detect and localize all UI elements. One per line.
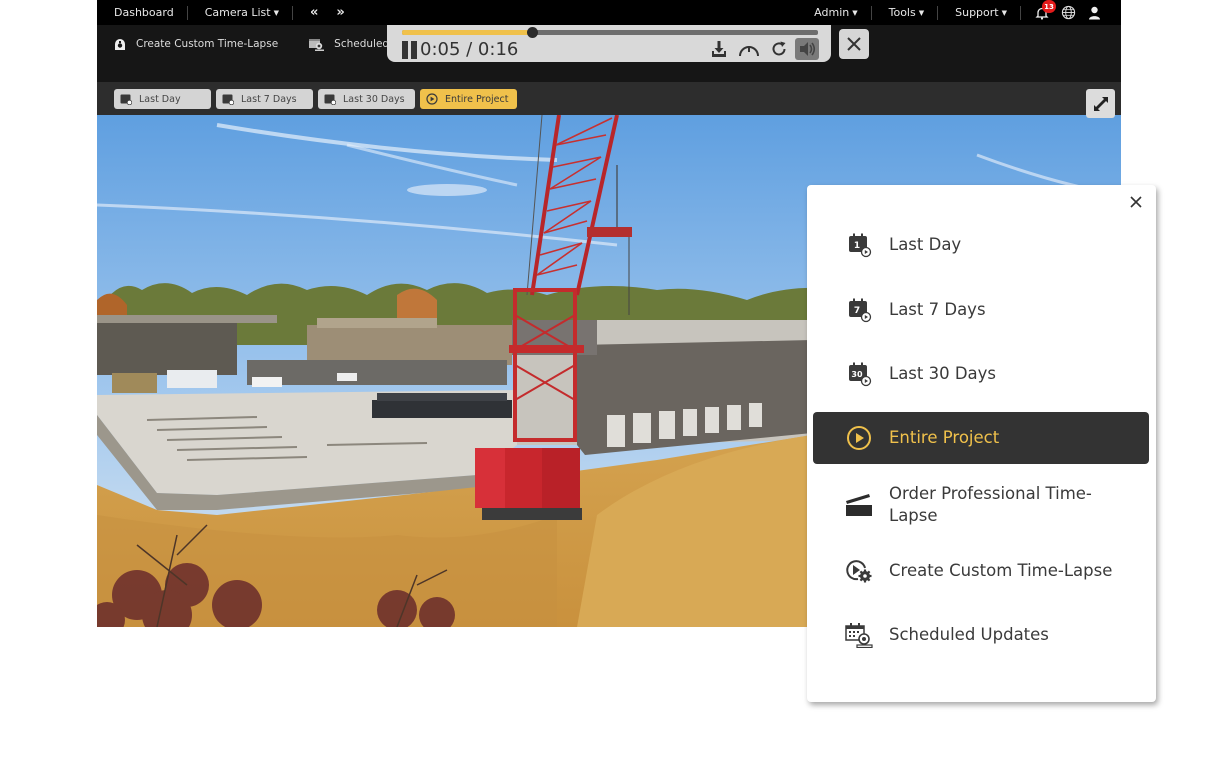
- nav-admin-label: Admin: [814, 6, 850, 19]
- playback-speed-button[interactable]: [735, 38, 763, 60]
- menu-item-label: Create Custom Time-Lapse: [889, 561, 1113, 580]
- top-navigation: Dashboard Camera List ▼ « » Admin ▼ Tools ▼…: [97, 0, 1121, 25]
- replay-icon: [772, 41, 786, 56]
- custom-timelapse-icon: [115, 38, 125, 50]
- expand-icon: [1093, 96, 1108, 111]
- playback-time: 0:05 / 0:16: [420, 39, 519, 60]
- globe-icon: [1061, 5, 1075, 20]
- menu-item-label: Entire Project: [889, 428, 1000, 447]
- language-button[interactable]: [1055, 0, 1081, 25]
- menu-item-last-30-days[interactable]: 30 Last 30 Days: [813, 352, 1149, 396]
- user-icon: [1088, 6, 1100, 19]
- menu-item-last-7-days[interactable]: 7 Last 7 Days: [813, 288, 1149, 332]
- custom-timelapse-icon: [844, 558, 874, 584]
- menu-close-button[interactable]: [1128, 194, 1144, 210]
- menu-item-create-custom-timelapse[interactable]: Create Custom Time-Lapse: [813, 549, 1149, 593]
- range-last-7-days-label: Last 7 Days: [241, 93, 297, 105]
- pause-button[interactable]: [402, 41, 417, 59]
- play-circle-icon: [844, 425, 874, 451]
- nav-admin[interactable]: Admin ▼: [797, 6, 870, 19]
- replay-button[interactable]: [765, 38, 793, 60]
- range-last-day-button[interactable]: Last Day: [114, 89, 211, 109]
- nav-camera-list-label: Camera List: [204, 6, 271, 19]
- range-bar: Last Day Last 7 Days Last 30 Days Entire…: [97, 82, 1121, 118]
- create-custom-timelapse-link[interactable]: Create Custom Time-Lapse: [113, 38, 278, 51]
- range-last-7-days-button[interactable]: Last 7 Days: [216, 89, 313, 109]
- seek-bar[interactable]: [402, 27, 818, 38]
- calendar-30-icon: [324, 94, 336, 105]
- player-tools: [703, 38, 819, 60]
- range-last-30-days-label: Last 30 Days: [343, 93, 405, 105]
- pause-icon: [411, 41, 417, 59]
- scheduled-updates-icon: [844, 622, 874, 648]
- menu-item-label: Last 7 Days: [889, 300, 986, 319]
- notifications-button[interactable]: 13: [1029, 0, 1056, 25]
- range-entire-project-button[interactable]: Entire Project: [420, 89, 517, 109]
- download-icon: [712, 41, 726, 57]
- menu-item-label: Order Professional Time-Lapse: [889, 484, 1092, 525]
- caret-down-icon: ▼: [852, 9, 858, 17]
- menu-item-order-professional-timelapse[interactable]: Order Professional Time-Lapse: [813, 482, 1149, 528]
- caret-down-icon: ▼: [1001, 9, 1007, 17]
- range-buttons: Last Day Last 7 Days Last 30 Days Entire…: [114, 89, 522, 109]
- range-last-30-days-button[interactable]: Last 30 Days: [318, 89, 415, 109]
- range-last-day-label: Last Day: [139, 93, 181, 105]
- nav-dashboard[interactable]: Dashboard: [97, 6, 187, 19]
- menu-item-scheduled-updates[interactable]: Scheduled Updates: [813, 613, 1149, 657]
- create-custom-timelapse-label: Create Custom Time-Lapse: [136, 38, 279, 50]
- calendar-1-icon: 1: [844, 232, 874, 258]
- menu-item-label: Scheduled Updates: [889, 625, 1049, 644]
- play-circle-icon: [426, 93, 438, 105]
- download-button[interactable]: [705, 38, 733, 60]
- menu-item-entire-project[interactable]: Entire Project: [813, 412, 1149, 464]
- volume-icon: [800, 42, 816, 56]
- calendar-7-icon: 7: [844, 297, 874, 323]
- close-icon: [1130, 196, 1142, 208]
- caret-down-icon: ▼: [918, 9, 925, 17]
- seek-bar-progress: [402, 30, 532, 35]
- seek-bar-handle[interactable]: [527, 27, 538, 38]
- nav-support[interactable]: Support ▼: [938, 6, 1020, 19]
- video-player-controls: 0:05 / 0:16: [387, 25, 831, 62]
- caret-down-icon: ▼: [273, 9, 279, 17]
- speed-gauge-icon: [739, 46, 759, 57]
- nav-camera-list[interactable]: Camera List ▼: [188, 6, 292, 19]
- user-menu-button[interactable]: [1081, 0, 1107, 25]
- svg-text:1: 1: [854, 241, 860, 251]
- range-entire-project-label: Entire Project: [445, 93, 509, 105]
- volume-button[interactable]: [795, 38, 819, 60]
- close-player-button[interactable]: [839, 29, 869, 59]
- nav-support-label: Support: [955, 6, 999, 19]
- previous-camera-button[interactable]: «: [301, 5, 327, 20]
- calendar-1-icon: [120, 94, 132, 105]
- menu-item-label: Last Day: [889, 235, 962, 254]
- menu-item-last-day[interactable]: 1 Last Day: [813, 223, 1149, 267]
- notification-count-badge: 13: [1042, 0, 1056, 13]
- nav-divider: [291, 5, 293, 20]
- next-camera-button[interactable]: »: [327, 5, 353, 20]
- menu-item-label: Last 30 Days: [889, 364, 997, 383]
- svg-text:7: 7: [854, 306, 860, 316]
- nav-divider: [1020, 5, 1021, 20]
- scheduled-updates-icon: [309, 39, 325, 51]
- pause-icon: [402, 41, 408, 59]
- svg-text:30: 30: [851, 370, 863, 379]
- fullscreen-button[interactable]: [1086, 89, 1115, 118]
- close-icon: [847, 37, 861, 51]
- nav-tools[interactable]: Tools ▼: [872, 6, 938, 19]
- clapperboard-icon: [844, 493, 874, 517]
- calendar-30-icon: 30: [844, 361, 874, 387]
- timelapse-menu: 1 Last Day 7 Last 7 Days 30 Last 30 Days…: [807, 185, 1156, 702]
- calendar-7-icon: [222, 94, 234, 105]
- nav-tools-label: Tools: [888, 6, 916, 19]
